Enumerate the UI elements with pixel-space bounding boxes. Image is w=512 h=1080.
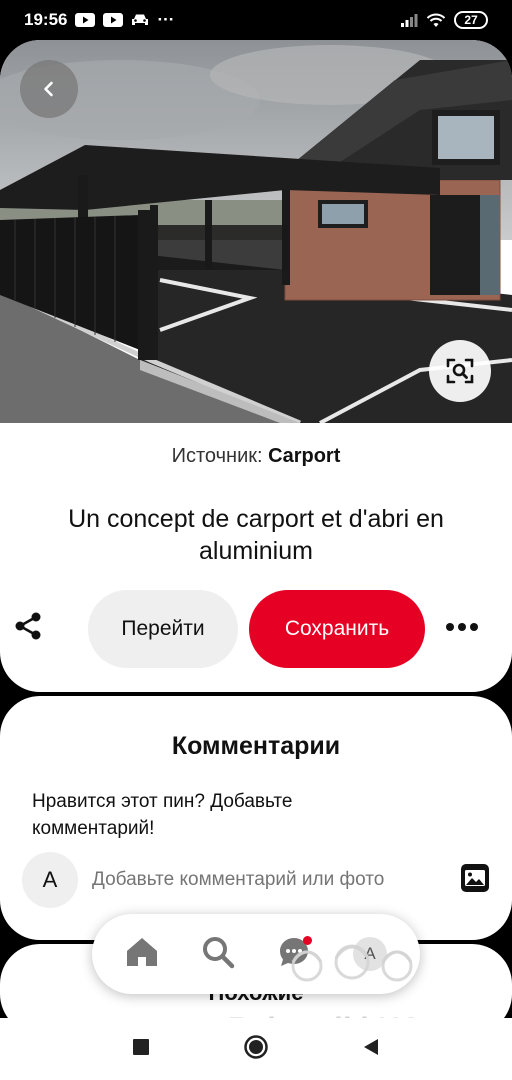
bottom-nav: A bbox=[92, 914, 420, 994]
more-icon bbox=[445, 619, 479, 637]
avatar[interactable]: A bbox=[22, 852, 78, 908]
pin-source[interactable]: Источник: Carport bbox=[0, 445, 512, 468]
screen: 19:56 ··· 27 Источник: Carport Un concep… bbox=[0, 0, 512, 1080]
triangle-back-icon bbox=[362, 1037, 380, 1062]
back-button[interactable] bbox=[20, 60, 78, 118]
add-photo-button[interactable] bbox=[458, 863, 492, 897]
status-right: 27 bbox=[400, 11, 488, 29]
comments-card: Комментарии Нравится этот пин? Добавьте … bbox=[0, 696, 512, 940]
source-name: Carport bbox=[268, 445, 341, 467]
nav-home[interactable] bbox=[114, 926, 170, 982]
chevron-left-icon bbox=[40, 80, 58, 98]
search-icon bbox=[201, 935, 235, 974]
visit-button[interactable]: Перейти bbox=[88, 590, 238, 668]
save-button[interactable]: Сохранить bbox=[249, 590, 425, 668]
system-nav-bar bbox=[0, 1018, 512, 1080]
lens-icon bbox=[445, 356, 475, 386]
image-icon bbox=[460, 863, 490, 898]
status-bar: 19:56 ··· 27 bbox=[0, 0, 512, 40]
comment-row: A bbox=[22, 852, 492, 908]
wifi-icon bbox=[426, 13, 446, 28]
recent-apps-button[interactable] bbox=[126, 1034, 156, 1064]
pin-image[interactable] bbox=[0, 40, 512, 423]
nav-search[interactable] bbox=[190, 926, 246, 982]
share-button[interactable] bbox=[8, 608, 48, 648]
youtube-icon bbox=[75, 13, 96, 27]
comments-title: Комментарии bbox=[171, 732, 341, 760]
comments-prompt: Нравится этот пин? Добавьте комментарий! bbox=[32, 791, 293, 839]
circle-icon bbox=[244, 1034, 268, 1064]
home-system-button[interactable] bbox=[241, 1034, 271, 1064]
notification-dot bbox=[303, 936, 312, 945]
comment-input[interactable] bbox=[92, 869, 442, 891]
status-more-dots: ··· bbox=[157, 10, 175, 29]
square-icon bbox=[132, 1038, 150, 1061]
signal-icon bbox=[400, 13, 418, 27]
nav-profile[interactable]: A bbox=[342, 926, 398, 982]
source-prefix: Источник: bbox=[171, 445, 269, 467]
profile-avatar: A bbox=[353, 937, 387, 971]
status-left: 19:56 ··· bbox=[24, 10, 174, 30]
more-options-button[interactable] bbox=[440, 608, 484, 648]
nav-messages[interactable] bbox=[266, 926, 322, 982]
status-time: 19:56 bbox=[24, 10, 68, 29]
pin-title: Un concept de carport et d'abri en alumi… bbox=[68, 505, 444, 565]
pin-actions: Перейти Сохранить bbox=[0, 590, 512, 670]
home-icon bbox=[125, 936, 159, 973]
youtube-icon bbox=[103, 13, 124, 27]
pin-card: Источник: Carport Un concept de carport … bbox=[0, 40, 512, 692]
visual-search-button[interactable] bbox=[429, 340, 491, 402]
battery-indicator: 27 bbox=[454, 11, 488, 29]
car-icon bbox=[131, 13, 149, 27]
back-system-button[interactable] bbox=[356, 1034, 386, 1064]
share-icon bbox=[12, 610, 44, 647]
